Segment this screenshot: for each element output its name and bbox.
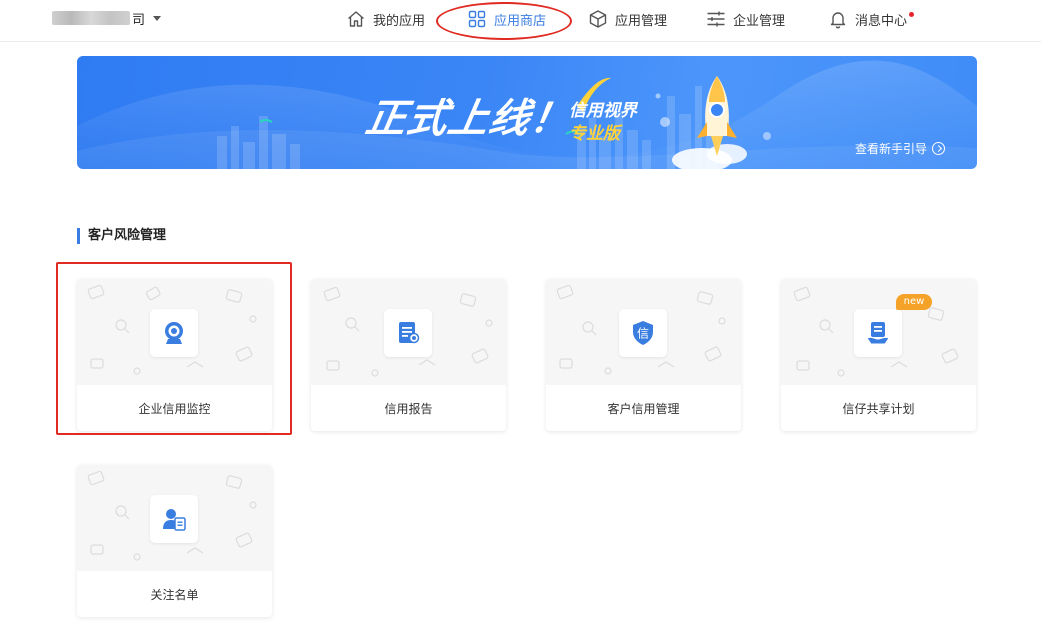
view-guide-link[interactable]: 查看新手引导 xyxy=(855,140,946,157)
app-card-credit-report[interactable]: 信用报告 xyxy=(311,279,506,431)
app-card-label: 信仔共享计划 xyxy=(842,402,915,416)
share-plan-icon xyxy=(854,309,902,357)
company-selector[interactable]: 司 xyxy=(52,8,162,28)
svg-text:信: 信 xyxy=(637,327,649,341)
banner-subtitle-product: 信用视界 xyxy=(569,101,637,121)
app-card-label: 客户信用管理 xyxy=(607,402,680,416)
app-card-credit-monitor[interactable]: 企业信用监控 xyxy=(77,279,272,431)
watchlist-icon xyxy=(150,495,198,543)
nav-app-management-label: 应用管理 xyxy=(615,13,668,29)
cube-icon xyxy=(589,10,607,28)
card-header-area xyxy=(77,465,272,571)
highlight-ellipse-annotation xyxy=(436,2,572,40)
shield-xin-icon: 信 xyxy=(619,309,667,357)
home-icon xyxy=(348,11,364,27)
camera-icon xyxy=(150,309,198,357)
app-card-label: 信用报告 xyxy=(384,402,433,416)
company-name-suffix: 司 xyxy=(132,12,146,28)
nav-enterprise-management[interactable]: 企业管理 xyxy=(706,7,785,31)
app-card-label: 关注名单 xyxy=(150,588,199,602)
sliders-icon xyxy=(707,11,725,27)
new-badge: new xyxy=(896,294,932,310)
view-guide-label: 查看新手引导 xyxy=(855,142,928,156)
report-icon xyxy=(384,309,432,357)
card-header-area xyxy=(77,279,272,385)
banner-subtitle-edition: 专业版 xyxy=(569,124,620,144)
app-card-watchlist[interactable]: 关注名单 xyxy=(77,465,272,617)
nav-my-apps[interactable]: 我的应用 xyxy=(346,7,425,31)
card-header-area: 信 xyxy=(546,279,741,385)
nav-my-apps-label: 我的应用 xyxy=(373,13,426,29)
promo-banner[interactable]: 正式上线！ 信用视界 专业版 查看新手引导 xyxy=(77,56,977,169)
section-title: 客户风险管理 xyxy=(77,228,166,244)
app-card-customer-credit[interactable]: 信 客户信用管理 xyxy=(546,279,741,431)
circle-arrow-right-icon xyxy=(932,142,946,155)
banner-title: 正式上线！ xyxy=(362,96,576,142)
app-card-label: 企业信用监控 xyxy=(138,402,211,416)
card-header-area xyxy=(781,279,976,385)
unread-dot xyxy=(909,11,915,17)
nav-message-center-label-wrap: 消息中心 xyxy=(855,10,915,29)
company-name-redacted xyxy=(52,11,130,25)
nav-message-center[interactable]: 消息中心 xyxy=(828,7,915,31)
nav-app-management[interactable]: 应用管理 xyxy=(588,7,667,31)
bell-icon xyxy=(830,12,846,29)
nav-enterprise-management-label: 企业管理 xyxy=(733,13,786,29)
nav-message-center-label: 消息中心 xyxy=(855,13,908,29)
caret-down-icon xyxy=(153,15,162,21)
card-header-area xyxy=(311,279,506,385)
app-card-share-plan[interactable]: 信仔共享计划 xyxy=(781,279,976,431)
